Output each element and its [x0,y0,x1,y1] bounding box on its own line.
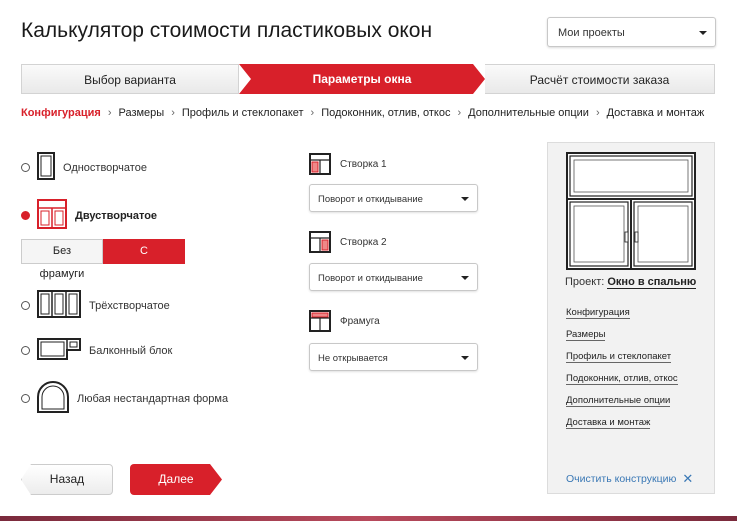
triple-sash-window-icon [37,290,81,321]
chevron-down-icon [461,356,469,360]
chevron-right-icon: › [107,107,112,119]
chevron-down-icon [461,197,469,201]
next-button[interactable]: Далее [130,464,222,495]
panel-link-configuration[interactable]: Конфигурация [566,307,630,319]
radio[interactable] [21,394,30,403]
crumb-delivery[interactable]: Доставка и монтаж [607,107,705,119]
transom-opening-select[interactable]: Не открывается [309,343,478,371]
option-label: Балконный блок [89,344,173,357]
sash1-value: Поворот и откидывание [318,194,423,205]
step-cost-calculation[interactable]: Расчёт стоимости заказа [485,64,715,94]
transom-icon [309,310,331,332]
radio[interactable] [21,346,30,355]
sash-icon [309,231,331,253]
transom-heading: Фрамуга [309,310,380,332]
projects-select[interactable]: Мои проекты [547,17,716,47]
projects-select-label: Мои проекты [558,27,625,39]
balcony-block-icon [37,338,81,363]
radio[interactable] [21,301,30,310]
chevron-down-icon [699,31,707,35]
sash2-opening-select[interactable]: Поворот и откидывание [309,263,478,291]
option-label: Трёхстворчатое [89,299,170,312]
chevron-right-icon: › [310,107,315,119]
steps-bar: Выбор варианта Расчёт стоимости заказа П… [21,64,715,94]
chevron-down-icon [461,276,469,280]
clear-construction-link[interactable]: Очистить конструкцию ✕ [566,471,693,487]
transom-value: Не открывается [318,353,388,364]
sash2-label: Створка 2 [340,236,387,248]
sash2-heading: Створка 2 [309,231,387,253]
clear-label: Очистить конструкцию [566,473,677,485]
sash1-opening-select[interactable]: Поворот и откидывание [309,184,478,212]
project-line: Проект: Окно в спальню [565,276,697,289]
panel-link-sill[interactable]: Подоконник, отлив, откос [566,373,678,385]
crumb-configuration[interactable]: Конфигурация [21,107,101,119]
panel-link-delivery[interactable]: Доставка и монтаж [566,417,651,429]
option-label: Двустворчатое [75,209,158,222]
single-sash-window-icon [37,152,55,183]
chevron-right-icon: › [171,107,175,119]
project-panel: Проект: Окно в спальню Конфигурация Разм… [547,142,715,494]
transom-label: Фрамуга [340,315,380,327]
sash2-value: Поворот и откидывание [318,273,423,284]
arched-window-icon [37,381,69,416]
back-button[interactable]: Назад [21,464,113,495]
panel-link-profile[interactable]: Профиль и стеклопакет [566,351,672,363]
step-choose-variant[interactable]: Выбор варианта [21,64,239,94]
panel-link-sizes[interactable]: Размеры [566,329,606,341]
option-balcony-block[interactable]: Балконный блок [21,338,172,363]
option-label: Любая нестандартная форма [77,392,229,405]
radio-checked[interactable] [21,211,30,220]
project-name-link[interactable]: Окно в спальню [607,276,697,289]
crumb-sizes[interactable]: Размеры [118,107,164,119]
breadcrumb: Конфигурация › Размеры › Профиль и стеклопак… [21,107,704,119]
option-double-sash[interactable]: Двустворчатое [21,199,157,232]
sash1-label: Створка 1 [340,158,387,170]
chevron-right-icon: › [595,107,600,119]
page-title: Калькулятор стоимости пластиковых окон [21,19,433,42]
crumb-options[interactable]: Дополнительные опции [468,107,589,119]
footer-stripe [0,516,737,521]
double-sash-window-icon [37,199,67,232]
window-preview-image [566,152,696,270]
chevron-right-icon: › [457,107,462,119]
crumb-profile[interactable]: Профиль и стеклопакет [182,107,304,119]
step-window-params[interactable]: Параметры окна [239,64,485,94]
crumb-sill[interactable]: Подоконник, отлив, откос [321,107,450,119]
option-single-sash[interactable]: Одностворчатое [21,152,147,183]
sash1-heading: Створка 1 [309,153,387,175]
transom-toggle: Без фрамуги С фрамугой [21,239,185,280]
close-icon: ✕ [682,471,694,486]
option-custom-shape[interactable]: Любая нестандартная форма [21,381,228,416]
project-prefix: Проект: [565,276,605,288]
option-label: Одностворчатое [63,161,147,174]
panel-link-options[interactable]: Дополнительные опции [566,395,671,407]
without-transom-button[interactable]: Без фрамуги [21,239,103,280]
with-transom-button[interactable]: С фрамугой [103,239,185,280]
option-triple-sash[interactable]: Трёхстворчатое [21,290,170,321]
sash-icon [309,153,331,175]
radio[interactable] [21,163,30,172]
